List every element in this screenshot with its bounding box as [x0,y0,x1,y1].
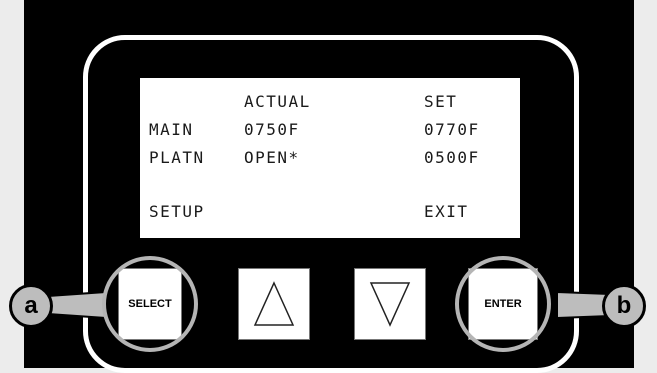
down-button[interactable] [354,268,426,340]
callout-a-pointer [47,290,107,320]
callout-b: b [602,284,646,328]
lcd-row-platn-actual: OPEN* [244,148,300,167]
up-button[interactable] [238,268,310,340]
lcd-row-main-set: 0770F [424,120,480,139]
select-highlight-ring [102,256,198,352]
lcd-row-main-label: MAIN [149,120,194,139]
lcd-exit-option: EXIT [424,202,469,221]
lcd-screen: ACTUAL SET MAIN 0750F 0770F PLATN OPEN* … [140,78,520,238]
lcd-row-platn-set: 0500F [424,148,480,167]
lcd-row-main-actual: 0750F [244,120,300,139]
enter-highlight-ring [455,256,551,352]
callout-a: a [9,284,53,328]
lcd-setup-option: SETUP [149,202,205,221]
triangle-down-icon [369,282,411,327]
lcd-header-actual: ACTUAL [244,92,311,111]
lcd-row-platn-label: PLATN [149,148,205,167]
lcd-header-set: SET [424,92,458,111]
triangle-up-icon [253,281,295,326]
